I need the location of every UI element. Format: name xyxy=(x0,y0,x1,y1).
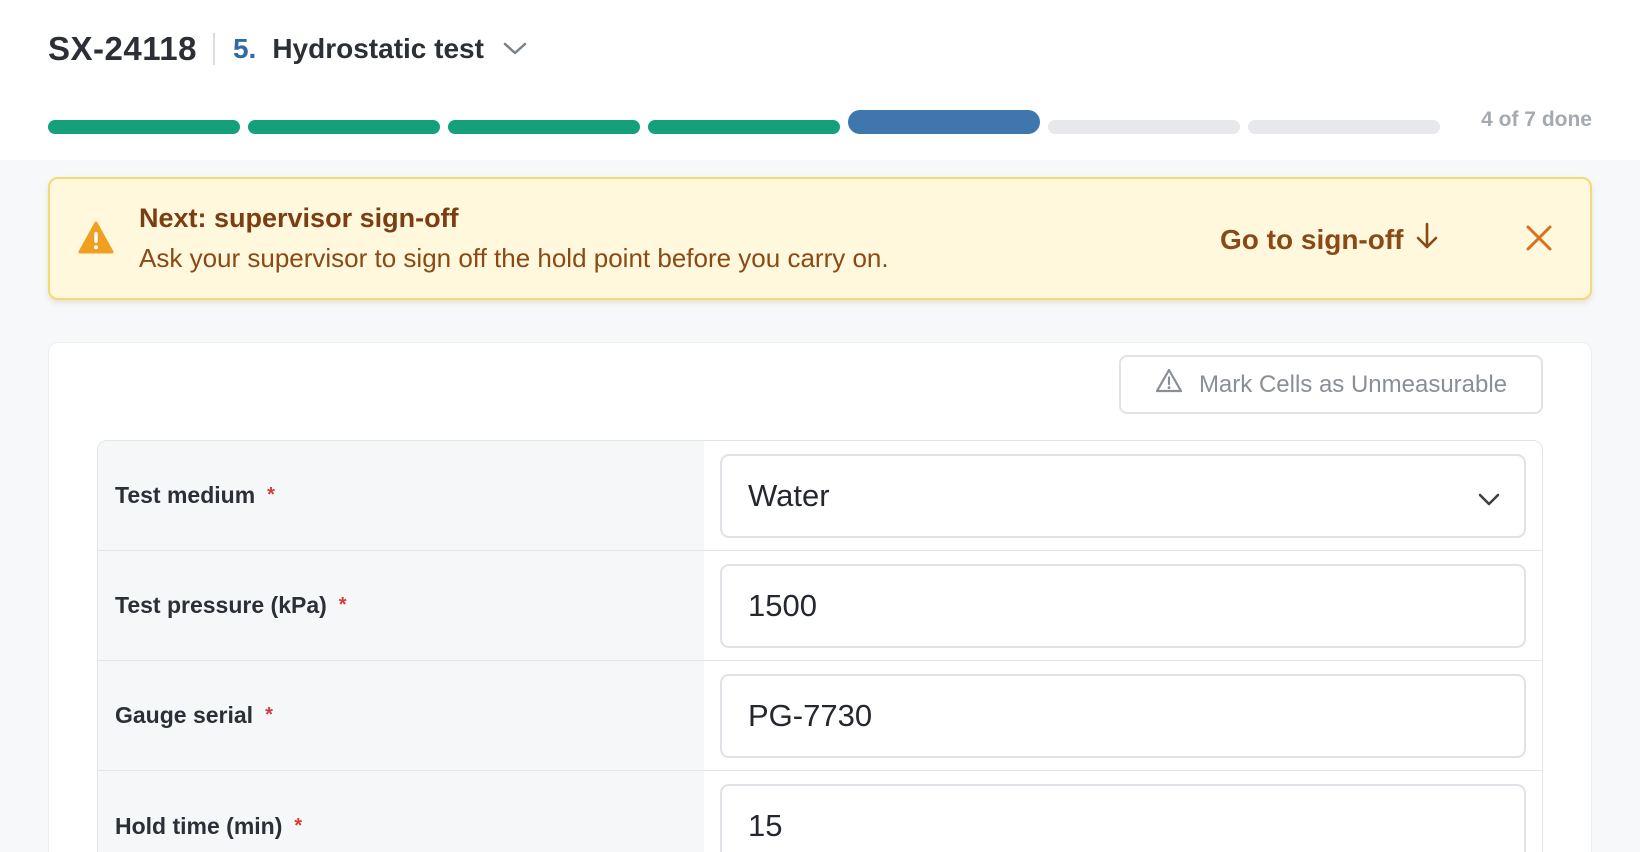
banner-title: Next: supervisor sign-off xyxy=(139,203,459,233)
test-pressure-value: 1500 xyxy=(748,588,817,623)
test-pressure-input[interactable]: 1500 xyxy=(720,564,1526,648)
progress-segment xyxy=(448,120,640,134)
required-marker: * xyxy=(267,484,275,506)
header-bar: SX-24118 5. Hydrostatic test 4 of 7 done xyxy=(0,0,1640,160)
close-icon[interactable] xyxy=(1524,221,1554,255)
go-to-signoff-button[interactable]: Go to sign-off xyxy=(1220,222,1438,257)
banner-message: Ask your supervisor to sign off the hold… xyxy=(139,243,889,273)
measurement-form: Test medium * Water Test pressure (kPa) … xyxy=(97,440,1543,852)
field-label: Hold time (min) * xyxy=(98,771,704,852)
gauge-serial-input[interactable]: PG-7730 xyxy=(720,674,1526,758)
arrow-down-icon xyxy=(1416,222,1438,257)
mark-cells-unmeasurable-button[interactable]: Mark Cells as Unmeasurable xyxy=(1119,355,1543,414)
required-marker: * xyxy=(294,814,303,837)
step-name: Hydrostatic test xyxy=(272,33,484,64)
go-to-signoff-label: Go to sign-off xyxy=(1220,223,1404,255)
progress-status: 4 of 7 done xyxy=(1481,108,1592,131)
warning-icon xyxy=(78,221,114,255)
progress-segment xyxy=(648,120,840,134)
progress-segment xyxy=(48,120,240,134)
progress-segment xyxy=(248,120,440,134)
chevron-down-icon xyxy=(1478,478,1500,514)
test-medium-value: Water xyxy=(748,478,830,513)
required-marker: * xyxy=(265,704,273,726)
title-divider xyxy=(212,33,215,65)
form-row-hold-time: Hold time (min) * 15 xyxy=(98,771,1542,852)
field-label: Test pressure (kPa) * xyxy=(98,551,704,660)
title-row: SX-24118 5. Hydrostatic test xyxy=(48,26,528,72)
field-value-cell: 15 xyxy=(704,771,1542,852)
field-label: Gauge serial * xyxy=(98,661,704,770)
field-label-text: Test medium xyxy=(115,482,256,508)
progress-segment xyxy=(1048,120,1240,134)
form-row-gauge-serial: Gauge serial * PG-7730 xyxy=(98,661,1542,771)
supervisor-signoff-banner: Next: supervisor sign-off Ask your super… xyxy=(48,177,1592,300)
test-medium-select[interactable]: Water xyxy=(720,454,1526,538)
gauge-serial-value: PG-7730 xyxy=(748,698,873,733)
hold-time-input[interactable]: 15 xyxy=(720,784,1526,852)
hold-time-value: 15 xyxy=(748,808,783,843)
chevron-down-icon[interactable] xyxy=(502,36,528,62)
job-id: SX-24118 xyxy=(48,30,197,67)
field-label: Test medium * xyxy=(98,441,704,550)
warning-outline-icon xyxy=(1155,368,1183,401)
step-number: 5. xyxy=(232,33,257,64)
field-value-cell: PG-7730 xyxy=(704,661,1542,770)
required-marker: * xyxy=(338,594,347,616)
step-progress-bar xyxy=(48,110,1440,134)
mark-cells-unmeasurable-label: Mark Cells as Unmeasurable xyxy=(1198,370,1508,398)
form-row-test-medium: Test medium * Water xyxy=(98,441,1542,551)
progress-segment xyxy=(1248,120,1440,134)
form-row-test-pressure: Test pressure (kPa) * 1500 xyxy=(98,551,1542,661)
field-value-cell: 1500 xyxy=(704,551,1542,660)
progress-segment xyxy=(848,110,1040,134)
field-label-text: Hold time (min) xyxy=(115,812,283,839)
field-label-text: Test pressure (kPa) xyxy=(115,592,327,618)
field-label-text: Gauge serial xyxy=(115,702,254,728)
step-form-card: Mark Cells as Unmeasurable Test medium *… xyxy=(48,342,1592,852)
field-value-cell: Water xyxy=(704,441,1542,550)
